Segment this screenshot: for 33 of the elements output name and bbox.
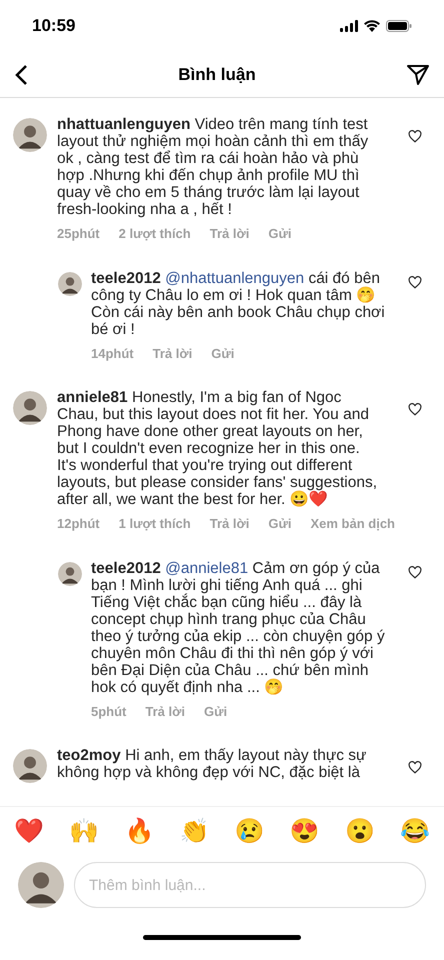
mention-link[interactable]: @anniele81 — [165, 560, 248, 576]
page-title: Bình luận — [178, 64, 256, 86]
emoji-button[interactable]: 🔥 — [124, 820, 154, 844]
emoji-button[interactable]: ❤ — [14, 820, 44, 844]
comment-text: teo2moy Hi anh, em thấy layout này thực sự không hợp và không đẹp với NC, đặc biệt là — [57, 747, 368, 781]
comment-input[interactable]: Thêm bình luận... — [74, 862, 426, 908]
comment-text: teele2012 @nhattuanlenguyen cái đó bên công ty Châu lo em ơi ! Hok quan tâm 🤭 Còn cái này bên anh book Châu chụp chơi bé ơi ! — [91, 270, 385, 338]
action-link[interactable]: Gửi — [204, 702, 228, 721]
action-link[interactable]: Gửi — [268, 514, 292, 534]
comment-text: teele2012 @anniele81 Cảm ơn góp ý của bạn ! Mình lười ghi tiếng Anh quá ... ghi Tiếng Việt chắc bạn cũng hiểu ... đây là concept chụp hình trang phục của Châu theo ý tưởng của ekip ... còn chuyện góp ý chuyên môn Châu đi thi thì nên góp ý với bên Đại Diện của Châu ... chứ bên mình hok có quyết định nha ... 🤭 — [91, 560, 385, 696]
action-link[interactable]: Trả lời — [145, 702, 185, 721]
emoji-button[interactable]: 😮 — [344, 820, 375, 844]
action-link[interactable]: Trả lời — [210, 514, 250, 534]
status-time: 10:59 — [32, 15, 76, 38]
emoji-button[interactable]: 👏 — [179, 820, 210, 844]
emoji-button[interactable]: 😂 — [400, 820, 430, 844]
action-link[interactable]: Gửi — [268, 224, 292, 244]
comment-text: anniele81 Honestly, I'm a big fan of Ngoc Chau, but this layout does not fit her. You and Phong have done other great layouts on her, but I couldn't even recognize her in this one. It's wonderful that you're trying out different layouts, but please consider fans' suggestions, after all, we want the best for her. 😀❤ — [57, 389, 378, 508]
action-link[interactable]: 1 lượt thích — [118, 514, 191, 534]
mention-link[interactable]: @nhattuanlenguyen — [165, 270, 304, 286]
action-link[interactable]: 2 lượt thích — [118, 224, 191, 244]
timestamp: 25phút — [57, 225, 100, 243]
action-link[interactable]: Gửi — [211, 344, 234, 363]
action-link[interactable]: Trả lời — [152, 344, 192, 363]
comment-text: nhattuanlenguyen Video trên mang tính test layout thử nghiệm mọi hoàn cảnh thì em thấy ok , càng test để tìm ra cái hoàn hảo và phù hợp .Nhưng khi đến chụp ảnh profile MU thì quay về cho em 5 tháng trước làm lại layout fresh-looking nha a , hết ! — [57, 116, 370, 218]
action-link[interactable]: Trả lời — [210, 224, 250, 244]
action-link[interactable]: Xem bản dịch — [310, 514, 395, 534]
emoji-button[interactable]: 😢 — [234, 820, 265, 844]
emoji-button[interactable]: 😍 — [290, 820, 320, 844]
timestamp: 12phút — [57, 515, 100, 533]
emoji-button[interactable]: 🙌 — [69, 820, 100, 844]
timestamp: 5phút — [91, 702, 126, 721]
timestamp: 14phút — [91, 344, 134, 363]
